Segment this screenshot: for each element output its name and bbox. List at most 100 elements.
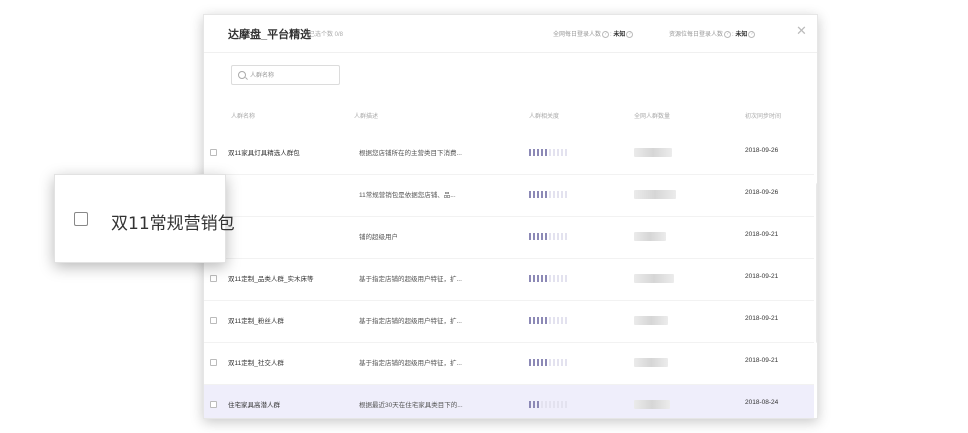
relevance-segment	[565, 359, 567, 366]
search-box[interactable]	[231, 65, 340, 85]
column-header-description: 人群描述	[354, 114, 379, 120]
row-description: 基于指定店铺的超级用户特征，扩...	[359, 318, 462, 325]
stat-slot-logins: 资源位每日登录人数?: 未知?	[669, 29, 756, 38]
relevance-segment	[557, 191, 559, 198]
row-name: 双11定制_粉丝人群	[228, 318, 284, 325]
zoomed-row-callout: 双11常规营销包	[54, 174, 235, 263]
row-description: 11常规营销包是依据您店铺、品...	[359, 192, 456, 199]
relevance-segment	[557, 149, 559, 156]
row-checkbox[interactable]	[74, 212, 88, 226]
relevance-segment	[533, 233, 535, 240]
relevance-segment	[561, 401, 563, 408]
relevance-segment	[549, 317, 551, 324]
relevance-segment	[533, 359, 535, 366]
table-row[interactable]: 双11家具灯具精选人群包 根据您店铺所在的主营类目下消费... 2018-09-…	[204, 133, 814, 175]
relevance-segment	[529, 401, 531, 408]
relevance-bar	[529, 233, 567, 240]
row-sync-date: 2018-09-21	[745, 357, 779, 364]
relevance-segment	[533, 149, 535, 156]
blurred-audience-size	[634, 274, 674, 283]
relevance-segment	[537, 317, 539, 324]
row-sync-date: 2018-08-24	[745, 399, 779, 406]
relevance-segment	[549, 233, 551, 240]
blurred-audience-size	[634, 316, 668, 325]
zoomed-row-name: 双11常规营销包	[111, 214, 235, 234]
relevance-segment	[553, 149, 555, 156]
relevance-segment	[541, 275, 543, 282]
row-sync-date: 2018-09-21	[745, 273, 779, 280]
table-row[interactable]: 11常规营销包是依据您店铺、品... 2018-09-26	[204, 175, 814, 217]
row-name: 双11家具灯具精选人群包	[228, 150, 300, 157]
row-checkbox[interactable]	[210, 401, 217, 408]
relevance-segment	[545, 191, 547, 198]
row-sync-date: 2018-09-26	[745, 147, 779, 154]
vertical-scrollbar[interactable]	[816, 183, 817, 343]
blurred-audience-size	[634, 400, 670, 409]
relevance-segment	[565, 191, 567, 198]
stat-total-logins: 全网每日登录人数?: 未知?	[553, 29, 634, 38]
relevance-segment	[553, 401, 555, 408]
relevance-segment	[561, 317, 563, 324]
relevance-segment	[561, 275, 563, 282]
close-icon[interactable]: ✕	[796, 23, 807, 39]
relevance-segment	[545, 149, 547, 156]
table-row[interactable]: 铺的超级用户 2018-09-21	[204, 217, 814, 259]
row-checkbox[interactable]	[210, 359, 217, 366]
table-row[interactable]: 双11定制_品类人群_实木床等 基于指定店铺的超级用户特征，扩... 2018-…	[204, 259, 814, 301]
relevance-segment	[541, 401, 543, 408]
stat-total-logins-label: 全网每日登录人数	[553, 32, 602, 38]
row-description: 根据您店铺所在的主营类目下消费...	[359, 150, 462, 157]
relevance-segment	[549, 149, 551, 156]
relevance-segment	[537, 401, 539, 408]
column-header-relevance: 人群相关度	[529, 114, 560, 120]
relevance-segment	[541, 149, 543, 156]
relevance-bar	[529, 191, 567, 198]
help-icon[interactable]: ?	[626, 30, 634, 38]
relevance-segment	[541, 359, 543, 366]
table-row[interactable]: 双11定制_社交人群 基于指定店铺的超级用户特征，扩... 2018-09-21	[204, 343, 814, 385]
relevance-segment	[557, 275, 559, 282]
row-checkbox[interactable]	[210, 317, 217, 324]
help-icon[interactable]: ?	[602, 30, 610, 38]
audience-select-dialog: 达摩盘_平台精选 已选个数 0/8 全网每日登录人数?: 未知? 资源位每日登录…	[203, 14, 818, 419]
relevance-segment	[537, 191, 539, 198]
relevance-segment	[533, 275, 535, 282]
row-name: 住宅家具高潜人群	[228, 402, 280, 409]
relevance-segment	[557, 359, 559, 366]
relevance-bar	[529, 275, 567, 282]
column-header-audience-size: 全网人群数量	[634, 114, 671, 120]
row-checkbox[interactable]	[210, 275, 217, 282]
relevance-segment	[537, 359, 539, 366]
blurred-audience-size	[634, 232, 666, 241]
relevance-segment	[565, 317, 567, 324]
column-header-sync-time: 初次同步时间	[745, 114, 782, 120]
relevance-segment	[553, 233, 555, 240]
stat-slot-logins-label: 资源位每日登录人数	[669, 32, 724, 38]
relevance-segment	[529, 275, 531, 282]
relevance-segment	[553, 275, 555, 282]
selected-count: 已选个数 0/8	[309, 32, 344, 38]
search-input[interactable]	[250, 69, 336, 82]
help-icon[interactable]: ?	[748, 30, 756, 38]
blurred-audience-size	[634, 148, 672, 157]
relevance-segment	[545, 317, 547, 324]
row-sync-date: 2018-09-21	[745, 315, 779, 322]
table-row[interactable]: 双11定制_粉丝人群 基于指定店铺的超级用户特征，扩... 2018-09-21	[204, 301, 814, 343]
stat-total-logins-value: 未知	[613, 32, 626, 38]
relevance-segment	[557, 233, 559, 240]
column-header-name: 人群名称	[231, 114, 256, 120]
relevance-segment	[549, 401, 551, 408]
relevance-bar	[529, 401, 567, 408]
relevance-segment	[565, 401, 567, 408]
table-row[interactable]: 住宅家具高潜人群 根据最近30天在住宅家具类目下的... 2018-08-24	[204, 385, 814, 418]
relevance-segment	[561, 191, 563, 198]
relevance-segment	[537, 149, 539, 156]
row-sync-date: 2018-09-26	[745, 189, 779, 196]
relevance-segment	[549, 191, 551, 198]
search-icon	[238, 71, 246, 79]
relevance-segment	[533, 401, 535, 408]
row-description: 基于指定店铺的超级用户特征，扩...	[359, 360, 462, 367]
row-checkbox[interactable]	[210, 149, 217, 156]
help-icon[interactable]: ?	[724, 30, 732, 38]
relevance-segment	[529, 359, 531, 366]
